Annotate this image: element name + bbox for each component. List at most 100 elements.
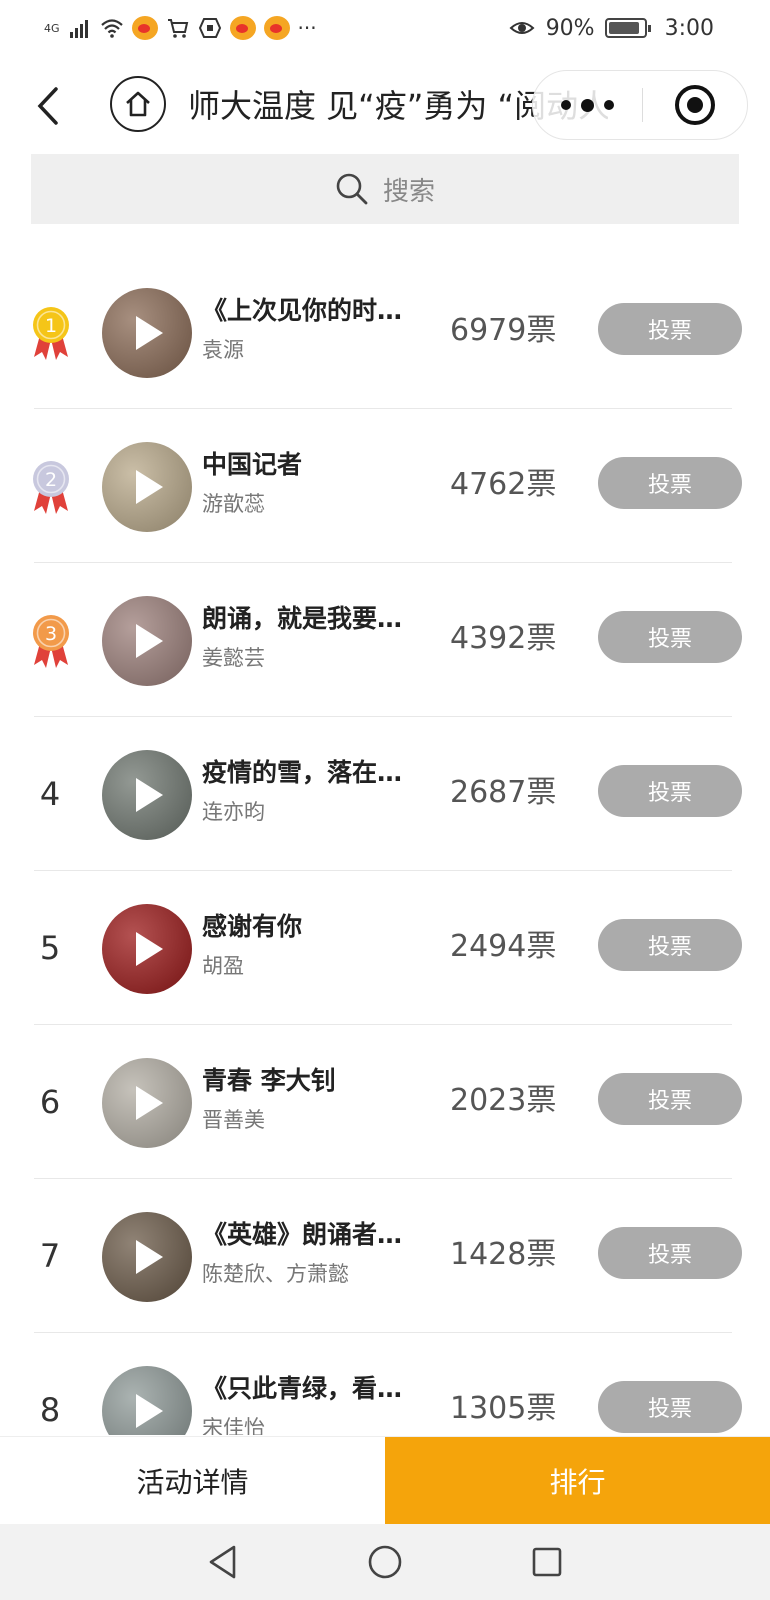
target-icon [675, 85, 716, 125]
entry-title: 朗诵，就是我要… [202, 604, 403, 633]
eye-icon [509, 22, 535, 34]
more-menu-button[interactable] [533, 70, 642, 140]
ranking-row: 6 青春 李大钊晋善美 2023票 投票 [0, 1025, 770, 1179]
entry-author: 游歆蕊 [202, 492, 265, 516]
medal-icon: 2 [33, 461, 69, 514]
nav-bar: 师大温度 见“疫”勇为 “阅动人生” [0, 64, 770, 148]
status-right: 90% 3:00 [508, 16, 714, 41]
entry-title: 感谢有你 [202, 912, 303, 941]
rank-number: 5 [39, 929, 61, 967]
bottom-tab-bar: 活动详情 排行 [0, 1436, 770, 1524]
vote-button[interactable]: 投票 [598, 303, 742, 355]
wifi-icon [100, 19, 123, 38]
video-thumbnail[interactable] [102, 288, 192, 378]
system-recents-button[interactable] [525, 1540, 569, 1584]
cart-icon [167, 19, 188, 38]
vote-button[interactable]: 投票 [598, 919, 742, 971]
entry-author: 陈楚欣、方萧懿 [202, 1262, 349, 1286]
entry-title: 《上次见你的时候… [202, 296, 424, 325]
medal-icon: 3 [33, 615, 69, 668]
system-back-button[interactable] [201, 1540, 245, 1584]
status-left: 4G ··· [44, 16, 317, 40]
system-navigation-bar [0, 1524, 770, 1600]
ranking-row: 3 朗诵，就是我要… 姜懿芸 4392票 投票 [0, 563, 770, 717]
miniprogram-capsule [532, 70, 748, 140]
vote-count: 1305票 [450, 1391, 557, 1426]
battery-icon [604, 18, 651, 38]
close-miniprogram-button[interactable] [643, 70, 747, 140]
entry-title: 青春 李大钊 [202, 1066, 336, 1095]
vote-count: 2687票 [450, 775, 557, 810]
clock: 3:00 [664, 15, 714, 41]
play-icon [136, 1086, 163, 1120]
entry-author: 晋善美 [202, 1108, 265, 1132]
video-thumbnail[interactable] [102, 1058, 192, 1148]
vote-button[interactable]: 投票 [598, 1381, 742, 1433]
entry-author: 连亦昀 [202, 800, 265, 824]
tab-activity-details[interactable]: 活动详情 [0, 1437, 385, 1524]
triangle-back-icon [209, 1545, 236, 1579]
vote-button[interactable]: 投票 [598, 611, 742, 663]
entry-title: 中国记者 [202, 450, 303, 479]
video-thumbnail[interactable] [102, 1212, 192, 1302]
vote-button[interactable]: 投票 [598, 457, 742, 509]
play-icon [136, 316, 163, 350]
network-label: 4G [44, 21, 60, 35]
vote-button[interactable]: 投票 [598, 765, 742, 817]
video-thumbnail[interactable] [102, 1366, 192, 1435]
ranking-row: 1 《上次见你的时候… 袁源 6979票 投票 [0, 255, 770, 409]
vote-button[interactable]: 投票 [598, 1227, 742, 1279]
rank-number: 6 [39, 1083, 61, 1121]
search-placeholder: 搜索 [382, 176, 435, 207]
video-thumbnail[interactable] [102, 442, 192, 532]
tab-ranking[interactable]: 排行 [385, 1437, 770, 1524]
entry-title: 《英雄》朗诵者… [202, 1220, 403, 1249]
ranking-row: 7 《英雄》朗诵者… 陈楚欣、方萧懿 1428票 投票 [0, 1179, 770, 1333]
ranking-row: 2 中国记者游歆蕊 4762票 投票 [0, 409, 770, 563]
system-home-button[interactable] [363, 1540, 407, 1584]
entry-author: 胡盈 [202, 954, 244, 978]
weibo-icon [229, 16, 256, 40]
entry-author: 姜懿芸 [202, 646, 265, 670]
entry-title: 疫情的雪，落在… [202, 758, 403, 787]
medal-rank-number: 2 [45, 469, 57, 491]
vote-count: 1428票 [450, 1237, 557, 1272]
shield-icon [198, 18, 221, 38]
more-dot-icon [604, 100, 615, 110]
video-thumbnail[interactable] [102, 904, 192, 994]
ranking-list: 1 《上次见你的时候… 袁源 6979票 投票 2 中国记者 游歆蕊 4762票 投票 3 朗诵，就是… [0, 255, 770, 1435]
chevron-left-icon [37, 87, 58, 125]
back-button[interactable] [28, 82, 68, 130]
signal-icon [69, 20, 88, 38]
weibo-icon [263, 16, 290, 40]
search-icon [336, 173, 368, 205]
more-notifications: ··· [297, 16, 317, 40]
rank-number: 8 [39, 1391, 61, 1429]
video-thumbnail[interactable] [102, 750, 192, 840]
more-dot-icon [581, 98, 595, 112]
ranking-row: 4 疫情的雪，落在… 连亦昀 2687票 投票 [0, 717, 770, 871]
entry-author: 宋佳怡 [202, 1416, 265, 1435]
battery-percent: 90% [545, 15, 595, 41]
square-recents-icon [532, 1547, 562, 1577]
video-thumbnail[interactable] [102, 596, 192, 686]
vote-count: 6979票 [450, 313, 557, 348]
circle-home-icon [368, 1545, 402, 1579]
medal-rank-number: 1 [45, 315, 57, 337]
play-icon [136, 1240, 163, 1274]
rank-number: 4 [39, 775, 61, 813]
play-icon [136, 778, 163, 812]
weibo-icon [131, 16, 158, 40]
vote-count: 4392票 [450, 621, 557, 656]
play-icon [136, 932, 163, 966]
home-button[interactable] [110, 76, 166, 132]
vote-count: 2023票 [450, 1083, 557, 1118]
search-input[interactable]: 搜索 [31, 154, 739, 224]
entry-title: 《只此青绿，看… [202, 1374, 403, 1403]
play-icon [136, 624, 163, 658]
vote-count: 4762票 [450, 467, 557, 502]
vote-button[interactable]: 投票 [598, 1073, 742, 1125]
ranking-row: 5 感谢有你 胡盈 2494票 投票 [0, 871, 770, 1025]
medal-icon: 1 [33, 307, 69, 360]
entry-author: 袁源 [202, 338, 244, 362]
